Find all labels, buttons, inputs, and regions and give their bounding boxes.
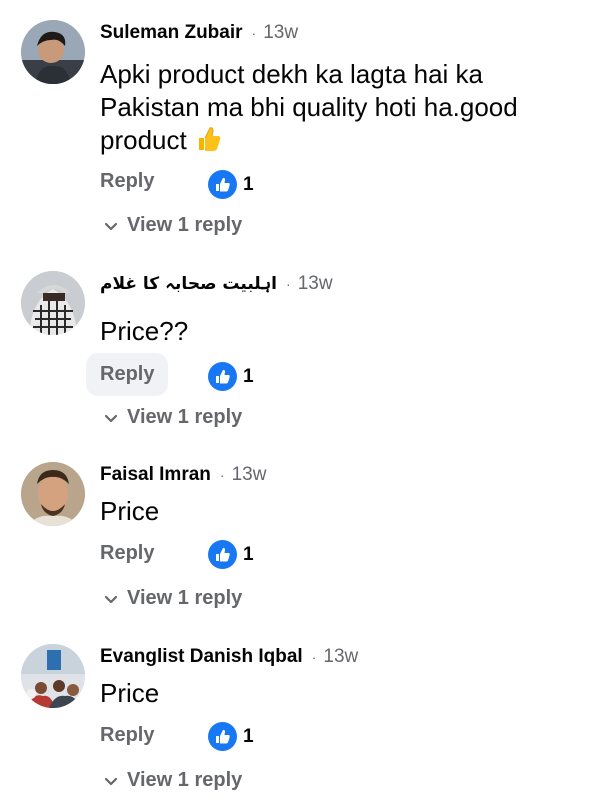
separator-dot: · — [311, 649, 317, 665]
comment-text-line: Pakistan ma bhi quality hoti ha.good — [100, 92, 518, 122]
comment-text: Price — [100, 677, 159, 710]
reply-button[interactable]: Reply — [100, 724, 154, 747]
comment-header: اہلبیت صحابہ کا غلام · 13w — [100, 273, 333, 295]
comment-text-line: Apki product dekh ka lagta hai ka — [100, 59, 484, 89]
thumbs-up-icon — [215, 729, 230, 743]
like-badge — [208, 170, 237, 199]
comment-text: Price?? — [100, 315, 188, 348]
timestamp[interactable]: 13w — [298, 273, 333, 295]
avatar[interactable] — [21, 644, 85, 708]
separator-dot: · — [251, 25, 257, 41]
avatar[interactable] — [21, 20, 85, 84]
comment-actions: Reply 1 — [100, 722, 254, 751]
view-replies-link[interactable]: View 1 reply — [103, 587, 242, 610]
view-replies-label: View 1 reply — [127, 214, 243, 236]
timestamp[interactable]: 13w — [263, 22, 298, 44]
view-replies-label: View 1 reply — [127, 406, 243, 428]
comment-text-line: Price — [100, 496, 160, 526]
view-replies-link[interactable]: View 1 reply — [103, 214, 242, 237]
thumbs-up-icon — [215, 369, 230, 383]
view-replies-label: View 1 reply — [127, 587, 243, 609]
chevron-down-icon — [104, 222, 118, 230]
view-replies-link[interactable]: View 1 reply — [103, 406, 242, 429]
avatar[interactable] — [21, 271, 85, 335]
comment-actions: Reply 1 — [100, 540, 254, 569]
timestamp[interactable]: 13w — [232, 464, 267, 486]
separator-dot: · — [219, 467, 225, 483]
like-badge — [208, 540, 237, 569]
comment-text: Price — [100, 495, 159, 528]
avatar[interactable] — [21, 462, 85, 526]
comment-text: Apki product dekh ka lagta hai ka Pakist… — [100, 58, 518, 157]
like-summary[interactable]: 1 — [208, 170, 254, 199]
author-name[interactable]: Faisal Imran — [100, 464, 211, 486]
comment-header: Suleman Zubair · 13w — [100, 22, 298, 44]
comment-header: Faisal Imran · 13w — [100, 464, 266, 486]
view-replies-label: View 1 reply — [127, 769, 243, 791]
reply-button[interactable]: Reply — [86, 353, 169, 396]
like-summary[interactable]: 1 — [208, 722, 254, 751]
comment-header: Evanglist Danish Iqbal · 13w — [100, 646, 358, 668]
author-name[interactable]: Evanglist Danish Iqbal — [100, 646, 303, 668]
chevron-down-icon — [104, 777, 118, 785]
like-count: 1 — [243, 365, 254, 387]
like-count: 1 — [243, 173, 254, 195]
like-count: 1 — [243, 543, 254, 565]
author-name[interactable]: Suleman Zubair — [100, 22, 243, 44]
comment-actions: Reply 1 — [86, 353, 254, 396]
comment-actions: Reply 1 — [100, 170, 254, 199]
like-count: 1 — [243, 725, 254, 747]
thumbs-up-icon — [215, 547, 230, 561]
thumbs-up-icon — [215, 177, 230, 191]
like-summary[interactable]: 1 — [208, 362, 254, 391]
like-badge — [208, 722, 237, 751]
author-name[interactable]: اہلبیت صحابہ کا غلام — [100, 273, 277, 294]
chevron-down-icon — [104, 595, 118, 603]
reply-button[interactable]: Reply — [100, 542, 154, 565]
reply-button[interactable]: Reply — [100, 170, 154, 193]
timestamp[interactable]: 13w — [323, 646, 358, 668]
like-badge — [208, 362, 237, 391]
view-replies-link[interactable]: View 1 reply — [103, 769, 242, 792]
comment-text-line: product — [100, 124, 518, 157]
comment-text-fragment: product — [100, 125, 187, 155]
separator-dot: · — [286, 276, 291, 292]
comment-text-line: Price — [100, 678, 160, 708]
comment-text-line: Price?? — [100, 316, 189, 346]
like-summary[interactable]: 1 — [208, 540, 254, 569]
chevron-down-icon — [104, 414, 118, 422]
thumbs-up-emoji-icon — [198, 127, 221, 151]
